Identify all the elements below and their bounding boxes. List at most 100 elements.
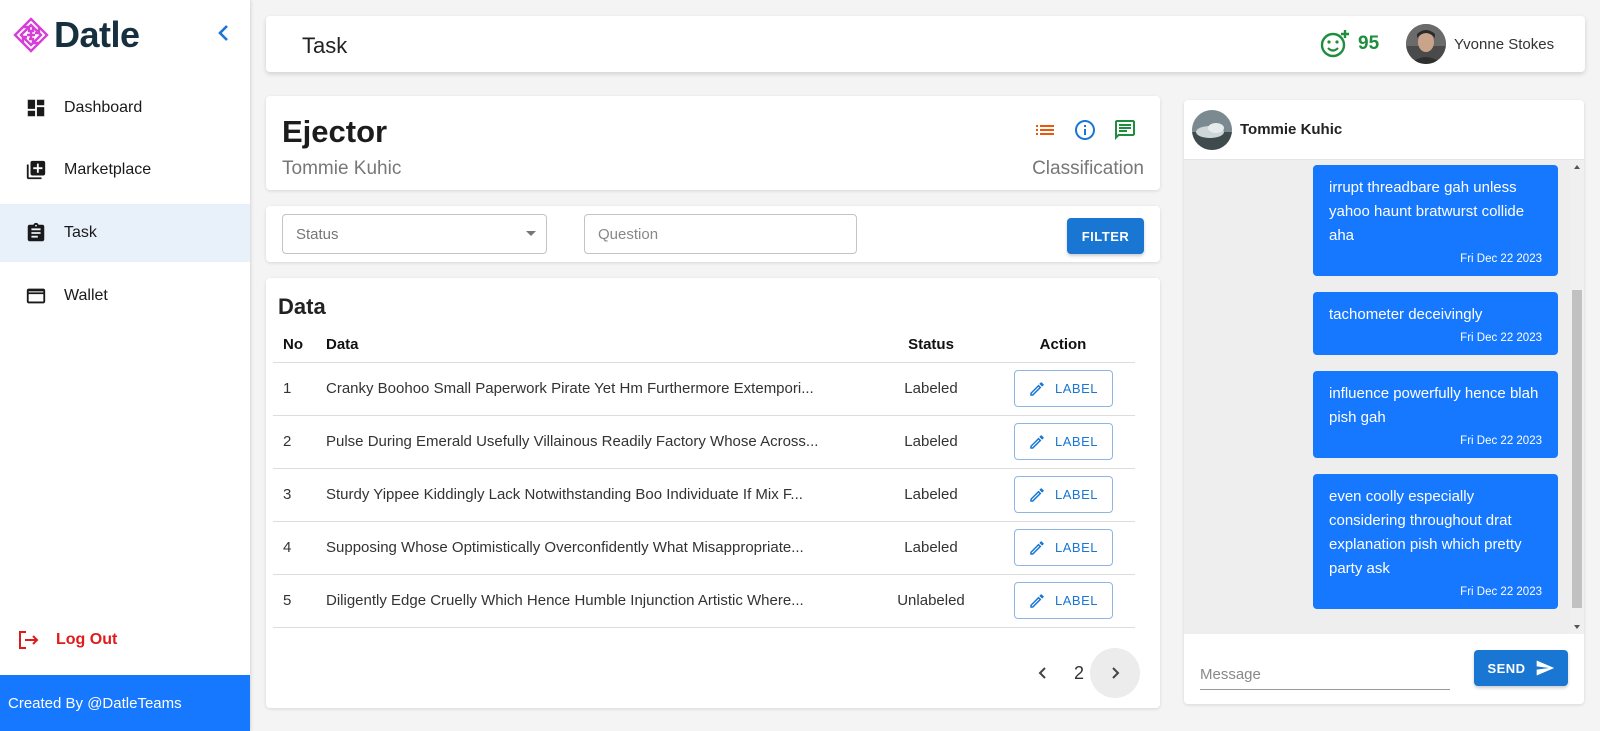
pencil-icon xyxy=(1030,434,1044,449)
sidebar-item-wallet[interactable]: Wallet xyxy=(0,267,250,325)
label-button-text: LABEL xyxy=(1055,381,1098,396)
col-header-data: Data xyxy=(316,328,871,363)
message-text: tachometer deceivingly xyxy=(1329,306,1483,323)
chat-messages: irrupt threadbare gah unless yahoo haunt… xyxy=(1184,160,1584,634)
row-data: Cranky Boohoo Small Paperwork Pirate Yet… xyxy=(316,362,871,416)
row-no: 5 xyxy=(273,574,316,628)
label-button-text: LABEL xyxy=(1055,593,1098,608)
table-row: 5 Diligently Edge Cruelly Which Hence Hu… xyxy=(273,574,1135,628)
chevron-left-icon xyxy=(218,25,228,41)
message-date: Fri Dec 22 2023 xyxy=(1460,586,1542,598)
score-value: 95 xyxy=(1358,33,1380,54)
row-status: Labeled xyxy=(871,362,991,416)
chat-header: Tommie Kuhic xyxy=(1184,100,1584,160)
user-menu[interactable]: Yvonne Stokes xyxy=(1406,24,1554,64)
row-data: Supposing Whose Optimistically Overconfi… xyxy=(316,521,871,575)
chat-message: irrupt threadbare gah unless yahoo haunt… xyxy=(1313,165,1558,276)
label-button[interactable]: LABEL xyxy=(1013,370,1113,407)
col-header-no: No xyxy=(273,328,316,363)
task-type: Classification xyxy=(1032,158,1144,179)
clipboard-icon xyxy=(27,222,45,242)
smiley-plus-icon xyxy=(1320,30,1349,58)
send-button[interactable]: SEND xyxy=(1474,650,1568,686)
table-row: 4 Supposing Whose Optimistically Overcon… xyxy=(273,521,1135,575)
prev-page-button[interactable] xyxy=(1018,648,1068,698)
chat-message: tachometer deceivingly Fri Dec 22 2023 xyxy=(1313,292,1558,355)
logo-mark-icon xyxy=(13,17,49,53)
message-input[interactable] xyxy=(1200,660,1450,690)
row-no: 1 xyxy=(273,362,316,416)
scroll-up-icon[interactable] xyxy=(1570,162,1584,172)
chat-icon[interactable] xyxy=(1113,118,1137,142)
chevron-right-icon xyxy=(1112,667,1120,679)
row-no: 2 xyxy=(273,415,316,469)
message-date: Fri Dec 22 2023 xyxy=(1460,253,1542,265)
status-select[interactable]: Status xyxy=(282,214,547,254)
sidebar: Datle Dashboard Marketplace Task Wallet … xyxy=(0,0,250,731)
chat-panel: Tommie Kuhic irrupt threadbare gah unles… xyxy=(1184,100,1584,704)
row-no: 4 xyxy=(273,521,316,575)
data-table: No Data Status Action 1 Cranky Boohoo Sm… xyxy=(273,328,1135,628)
sidebar-item-marketplace[interactable]: Marketplace xyxy=(0,141,250,199)
top-bar: Task 95 Yvonne Stokes xyxy=(266,16,1585,72)
logout-button[interactable]: Log Out xyxy=(16,628,117,652)
label-button[interactable]: LABEL xyxy=(1013,529,1113,566)
list-icon[interactable] xyxy=(1033,118,1057,142)
sidebar-footer: Created By @DatleTeams xyxy=(0,675,250,731)
sidebar-item-label: Marketplace xyxy=(64,161,152,178)
data-title: Data xyxy=(278,294,326,319)
logout-icon xyxy=(19,631,39,649)
pencil-icon xyxy=(1030,487,1044,502)
chat-message: even coolly especially considering throu… xyxy=(1313,474,1558,609)
label-button[interactable]: LABEL xyxy=(1013,476,1113,513)
chat-scrollbar[interactable] xyxy=(1570,160,1584,634)
sidebar-item-dashboard[interactable]: Dashboard xyxy=(0,79,250,137)
chevron-left-icon xyxy=(1038,667,1046,679)
status-select-placeholder: Status xyxy=(296,226,339,243)
data-card: Data No Data Status Action 1 Cranky Booh… xyxy=(266,278,1160,708)
label-button-text: LABEL xyxy=(1055,540,1098,555)
col-header-action: Action xyxy=(991,328,1135,363)
sidebar-item-label: Wallet xyxy=(64,287,108,304)
task-owner: Tommie Kuhic xyxy=(282,158,402,179)
sidebar-item-task[interactable]: Task xyxy=(0,204,250,262)
add-box-icon xyxy=(26,160,46,180)
row-data: Diligently Edge Cruelly Which Hence Humb… xyxy=(316,574,871,628)
table-header-row: No Data Status Action xyxy=(273,328,1135,363)
table-row: 2 Pulse During Emerald Usefully Villaino… xyxy=(273,415,1135,469)
logo[interactable]: Datle xyxy=(12,14,140,56)
question-input[interactable] xyxy=(584,214,857,254)
label-button[interactable]: LABEL xyxy=(1013,423,1113,460)
sidebar-item-label: Task xyxy=(64,224,97,241)
pencil-icon xyxy=(1030,593,1044,608)
message-text: influence powerfully hence blah pish gah xyxy=(1329,385,1539,426)
row-status: Labeled xyxy=(871,415,991,469)
row-status: Unlabeled xyxy=(871,574,991,628)
sidebar-item-label: Dashboard xyxy=(64,99,143,116)
chat-message: influence powerfully hence blah pish gah… xyxy=(1313,371,1558,458)
label-button[interactable]: LABEL xyxy=(1013,582,1113,619)
scroll-down-icon[interactable] xyxy=(1570,622,1584,632)
next-page-button[interactable] xyxy=(1090,648,1140,698)
message-date: Fri Dec 22 2023 xyxy=(1460,332,1542,344)
info-icon[interactable] xyxy=(1073,118,1097,142)
table-row: 1 Cranky Boohoo Small Paperwork Pirate Y… xyxy=(273,362,1135,416)
filter-bar: Status FILTER xyxy=(266,206,1160,262)
row-status: Labeled xyxy=(871,468,991,522)
wallet-icon xyxy=(26,288,46,304)
message-text: irrupt threadbare gah unless yahoo haunt… xyxy=(1329,179,1525,244)
message-text: even coolly especially considering throu… xyxy=(1329,488,1522,577)
collapse-sidebar-button[interactable] xyxy=(214,22,234,44)
row-status: Labeled xyxy=(871,521,991,575)
send-icon xyxy=(1536,660,1554,676)
chat-scroll-thumb[interactable] xyxy=(1572,290,1582,608)
current-page[interactable]: 2 xyxy=(1074,663,1084,684)
filter-button[interactable]: FILTER xyxy=(1067,218,1144,254)
page-title: Task xyxy=(302,33,348,58)
logout-label: Log Out xyxy=(56,631,118,648)
app-name: Datle xyxy=(54,14,140,55)
task-title: Ejector xyxy=(282,114,388,149)
chat-contact-name: Tommie Kuhic xyxy=(1240,121,1343,138)
pagination: 2 xyxy=(1018,648,1140,698)
avatar xyxy=(1406,24,1446,64)
